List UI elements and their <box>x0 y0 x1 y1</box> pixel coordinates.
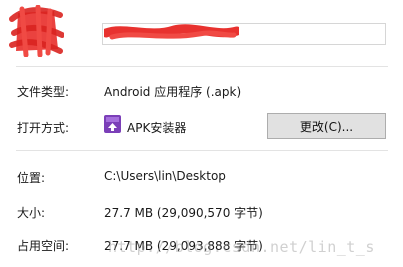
file-icon <box>9 5 64 57</box>
change-button[interactable]: 更改(C)... <box>267 113 386 139</box>
file-type-value: Android 应用程序 (.apk) <box>104 85 242 99</box>
file-name-redaction <box>104 24 239 40</box>
divider-middle <box>16 150 388 151</box>
open-with-app-name: APK安装器 <box>127 121 187 135</box>
watermark-text: http://blog.csdn.net/lin_t_s <box>108 238 375 256</box>
divider-top <box>16 66 388 67</box>
file-type-label: 文件类型: <box>17 85 70 99</box>
location-value: C:\Users\lin\Desktop <box>104 169 226 183</box>
change-button-label: 更改(C)... <box>299 119 354 134</box>
open-with-label: 打开方式: <box>17 121 70 135</box>
size-on-disk-label: 占用空间: <box>17 239 70 253</box>
apk-installer-icon <box>104 115 121 133</box>
size-value: 27.7 MB (29,090,570 字节) <box>104 206 263 220</box>
size-label: 大小: <box>17 206 46 220</box>
location-label: 位置: <box>17 171 46 185</box>
